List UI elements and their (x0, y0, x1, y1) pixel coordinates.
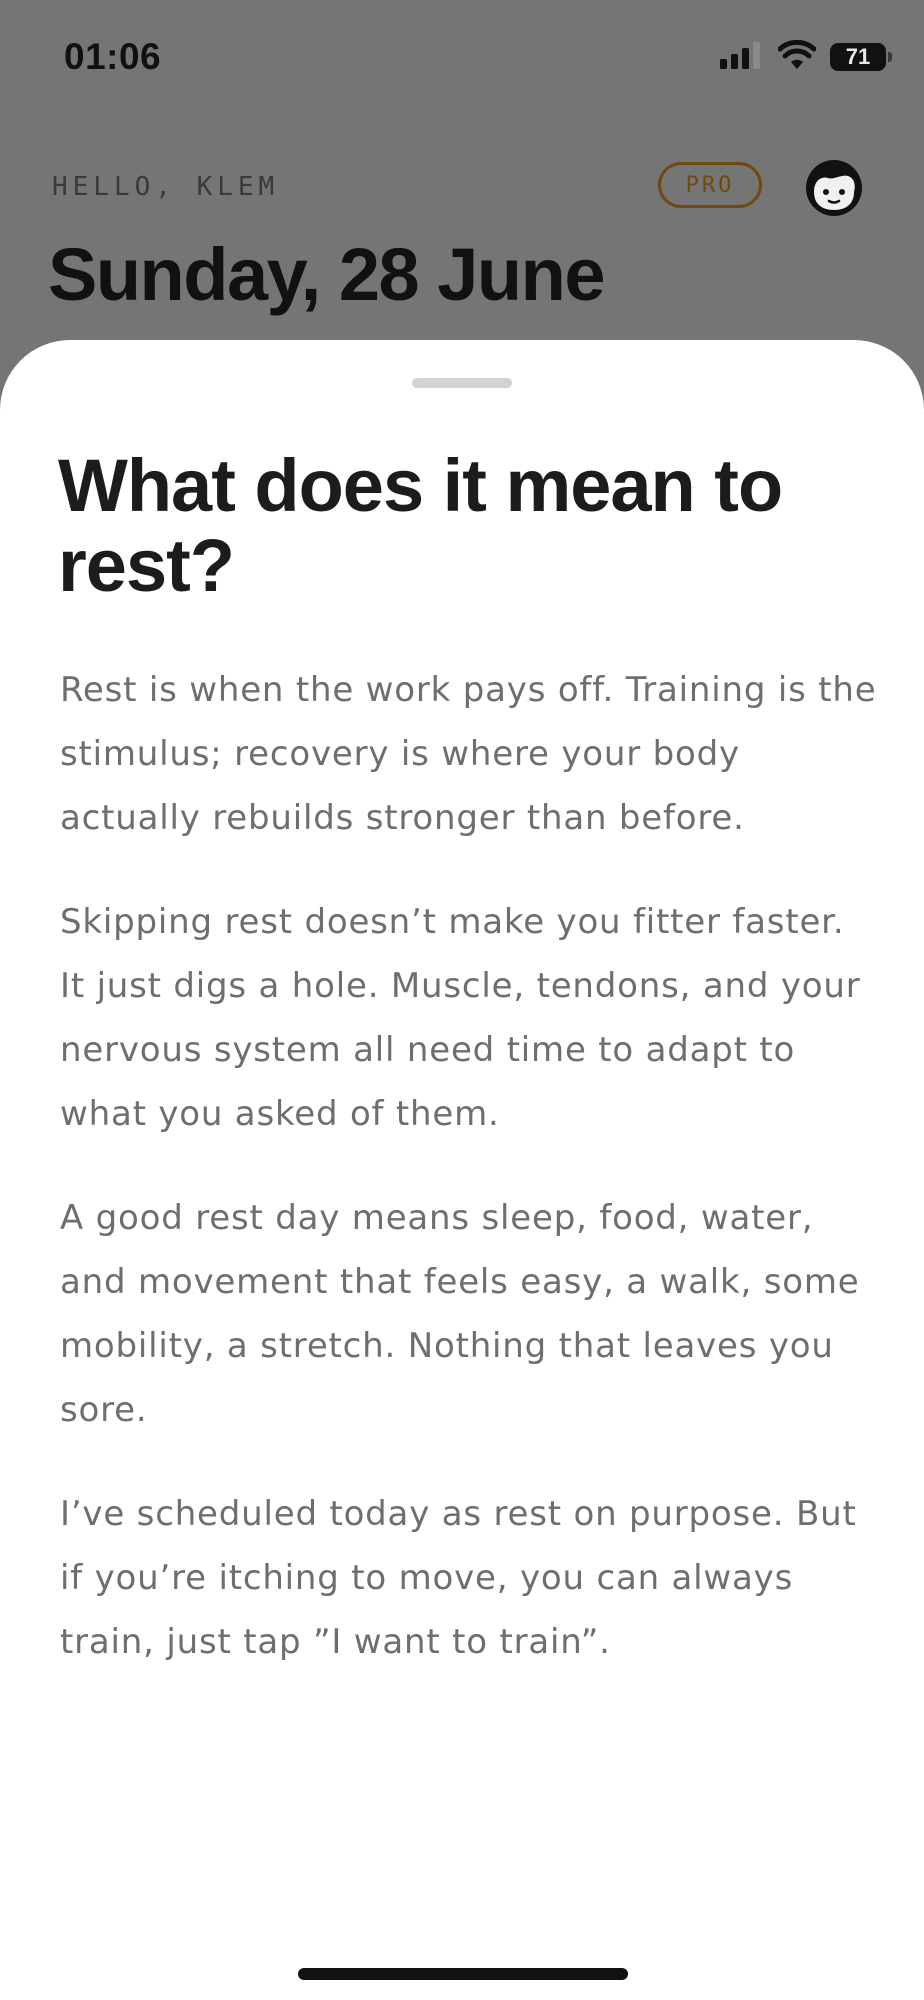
battery-cap (888, 52, 892, 62)
date-title: Sunday, 28 June (48, 233, 606, 316)
sheet-body: Rest is when the work pays off. Training… (60, 658, 880, 1714)
wifi-icon (777, 39, 817, 74)
paragraph-4: I’ve scheduled today as rest on purpose.… (60, 1494, 857, 1662)
battery-level: 71 (845, 44, 871, 69)
pro-badge[interactable]: PRO (658, 162, 762, 208)
cellular-signal-icon (720, 41, 764, 73)
battery-icon: 71 (830, 43, 892, 71)
sheet-drag-handle[interactable] (412, 378, 512, 388)
status-bar: 01:06 71 (0, 0, 924, 110)
sheet-title: What does it mean to rest? (58, 444, 783, 607)
avatar-face-icon[interactable] (804, 158, 864, 218)
paragraph-2: Skipping rest doesn’t make you fitter fa… (60, 902, 861, 1134)
greeting-label: HELLO, KLEM (52, 172, 280, 202)
status-icons: 71 (720, 39, 892, 74)
rest-info-sheet: What does it mean to rest? Rest is when … (0, 340, 924, 2000)
status-time: 01:06 (64, 36, 162, 77)
paragraph-3: A good rest day means sleep, food, water… (60, 1198, 860, 1430)
home-indicator[interactable] (298, 1968, 628, 1980)
paragraph-1: Rest is when the work pays off. Training… (60, 670, 877, 838)
